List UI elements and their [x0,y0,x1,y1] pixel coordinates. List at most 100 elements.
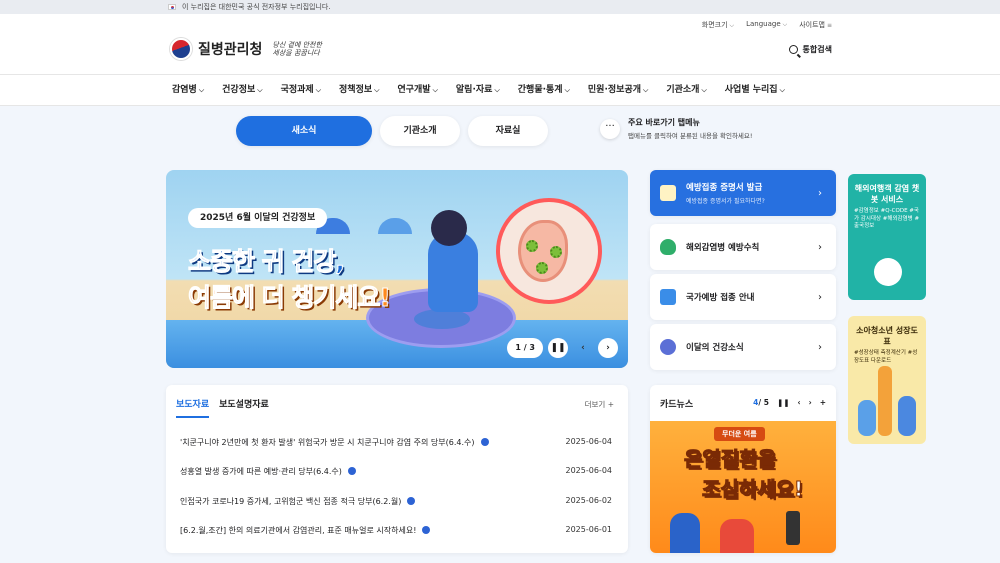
traffic-light-illustration [786,511,800,545]
list-item[interactable]: [6.2.월,조간] 한의 의료기관에서 감염관리, 표준 매뉴얼로 시작하세요… [180,525,612,536]
umbrella-illustration [378,218,412,234]
service-national-vaccination[interactable]: 국가예방 접종 안내 › [650,274,836,320]
quick-menu-hint: ··· 주요 바로가기 탭메뉴 탭메뉴를 클릭하여 분류된 내용을 확인하세요! [600,117,753,140]
pause-icon[interactable]: ❚❚ [777,398,790,407]
chevron-right-icon: › [818,341,822,353]
main-navigation: 감염병 ⌵ 건강정보 ⌵ 국정과제 ⌵ 정책정보 ⌵ 연구개발 ⌵ 알림·자료 ⌵ 간행물·… [0,74,1000,106]
gov-notice-text: 이 누리집은 대한민국 공식 전자정부 누리집입니다. [182,3,331,11]
gov-notice-bar: 이 누리집은 대한민국 공식 전자정부 누리집입니다. [0,0,1000,14]
chevron-down-icon: ⌵ [782,21,788,28]
germ-icon [526,240,538,252]
next-icon[interactable]: › [598,338,618,358]
card-news-line-2: 조심하세요! [701,477,804,502]
chevron-down-icon: ⌵ [729,22,735,29]
germ-icon [536,262,548,274]
press-release-panel: 보도자료 보도설명자료 더보기 + '치쿤구니야 2년만에 첫 환자 발생' 위… [166,385,628,553]
side-ad-growth-chart[interactable]: 소아청소년 성장도표 #성장상태 측정계산기 #성장도표 다운로드 [848,316,926,444]
prev-icon[interactable]: ‹ [573,338,593,358]
nav-item-about[interactable]: 기관소개 ⌵ [666,75,706,105]
header: 화면크기 ⌵ Language ⌵ 사이트맵 ≡ 질병관리청 당신 곁에 안전한 세상을… [0,14,1000,74]
girl-head-illustration [431,210,467,246]
quick-menu-desc: 탭메뉴를 클릭하여 분류된 내용을 확인하세요! [628,132,753,140]
language-menu[interactable]: Language ⌵ [746,20,787,30]
press-tabs: 보도자료 보도설명자료 [176,397,269,418]
banner-tag: 2025년 6월 이달의 건강정보 [188,208,328,228]
card-news-controls: 4/ 5 ❚❚ ‹ › + [753,398,826,407]
chevron-down-icon: ⌵ [257,86,263,94]
person-illustration [670,513,700,553]
nav-item-national-tasks[interactable]: 국정과제 ⌵ [281,75,321,105]
content-tabs: 새소식 기관소개 자료실 [236,116,548,146]
card-news-image[interactable]: 무더운 여름 온열질환을 조심하세요! [650,421,836,553]
search-button[interactable]: 통합검색 [788,44,832,55]
pause-icon[interactable]: ❚❚ [548,338,568,358]
new-badge-icon [347,467,356,475]
prev-icon[interactable]: ‹ [798,398,801,407]
child-illustration [858,400,876,436]
nav-item-publications[interactable]: 간행물·통계 ⌵ [518,75,570,105]
nav-item-notices[interactable]: 알림·자료 ⌵ [456,75,500,105]
chevron-down-icon: ⌵ [643,86,649,94]
chevron-down-icon: ⌵ [564,86,570,94]
chevron-down-icon: ⌵ [779,86,785,94]
tab-news[interactable]: 새소식 [236,116,372,146]
card-news-title: 카드뉴스 [660,400,694,410]
plus-icon[interactable]: + [820,398,826,407]
more-dots-icon[interactable]: ··· [600,118,620,139]
logo-slogan: 당신 곁에 안전한 세상을 꿈꿉니다 [272,41,322,57]
chevron-down-icon: ⌵ [494,86,500,94]
nav-item-project-sites[interactable]: 사업별 누리집 ⌵ [725,75,785,105]
chevron-right-icon: › [818,291,822,303]
nav-item-policy-info[interactable]: 정책정보 ⌵ [339,75,379,105]
chevron-down-icon: ⌵ [701,86,707,94]
nav-item-civil-service[interactable]: 민원·정보공개 ⌵ [588,75,648,105]
chevron-right-icon: › [818,187,822,199]
tab-library[interactable]: 자료실 [468,116,548,146]
service-vaccination-certificate[interactable]: 예방접종 증명서 발급 예방접종 증명서가 필요하다면? › [650,170,836,216]
side-ad-travel-chatbot[interactable]: 해외여행객 감염 챗봇 서비스 #감염정보 #Q-CODE #국가 감시대상 #… [848,174,926,300]
nav-item-health-info[interactable]: 건강정보 ⌵ [222,75,262,105]
card-news-line-1: 온열질환을 [684,447,777,472]
tab-press-release[interactable]: 보도자료 [176,397,210,418]
chevron-down-icon: ⌵ [374,86,380,94]
tab-about[interactable]: 기관소개 [380,116,460,146]
font-size-menu[interactable]: 화면크기 ⌵ [702,20,734,30]
nav-item-infectious-disease[interactable]: 감염병 ⌵ [172,75,204,105]
nav-item-research[interactable]: 연구개발 ⌵ [397,75,437,105]
main-banner[interactable]: 2025년 6월 이달의 건강정보 소중한 귀 건강, 여름에 더 챙기세요! … [166,170,628,368]
giraffe-illustration [878,366,892,436]
chevron-down-icon: ⌵ [198,86,205,94]
service-monthly-health-news[interactable]: 이달의 건강소식 › [650,324,836,370]
next-icon[interactable]: › [809,398,812,407]
new-badge-icon [422,526,431,534]
chevron-right-icon: › [818,241,822,253]
banner-pager: 1 / 3 [507,338,543,358]
more-link[interactable]: 더보기 + [585,399,614,410]
health-news-icon [660,339,676,355]
search-label: 통합검색 [802,45,832,54]
list-item[interactable]: '치쿤구니야 2년만에 첫 환자 발생' 위험국가 방문 시 치쿤구니야 감염 … [180,437,612,448]
site-logo[interactable]: 질병관리청 당신 곁에 안전한 세상을 꿈꿉니다 [170,38,322,60]
flag-icon [168,4,176,10]
card-news-tag: 무더운 여름 [714,427,765,441]
service-overseas-disease-prevention[interactable]: 해외감염병 예방수칙 › [650,224,836,270]
menu-icon: ≡ [826,22,832,29]
banner-headline-2: 여름에 더 챙기세요! [188,283,392,313]
logo-name: 질병관리청 [198,42,263,58]
plus-icon: + [607,400,614,409]
list-item[interactable]: 성홍열 발생 증가에 따른 예방·관리 당부(6.4.수) 2025-06-04 [180,466,612,477]
tab-press-explanation[interactable]: 보도설명자료 [219,397,269,418]
new-badge-icon [407,497,416,505]
germ-icon [550,246,562,258]
search-icon [788,45,798,54]
utility-menu: 화면크기 ⌵ Language ⌵ 사이트맵 ≡ [702,20,832,30]
quick-menu-title: 주요 바로가기 탭메뉴 [628,118,700,127]
new-badge-icon [480,438,489,446]
banner-controls: 1 / 3 ❚❚ ‹ › [507,338,618,358]
envelope-icon [660,289,676,305]
taegeuk-emblem-icon [170,38,192,60]
sitemap-link[interactable]: 사이트맵 ≡ [799,20,832,30]
list-item[interactable]: 인접국가 코로나19 증가세, 고위험군 백신 접종 적극 당부(6.2.월) … [180,496,612,507]
card-news-panel: 카드뉴스 4/ 5 ❚❚ ‹ › + 무더운 여름 온열질환을 조심하세요! [650,385,836,553]
rabbit-mascot-illustration [874,258,902,286]
